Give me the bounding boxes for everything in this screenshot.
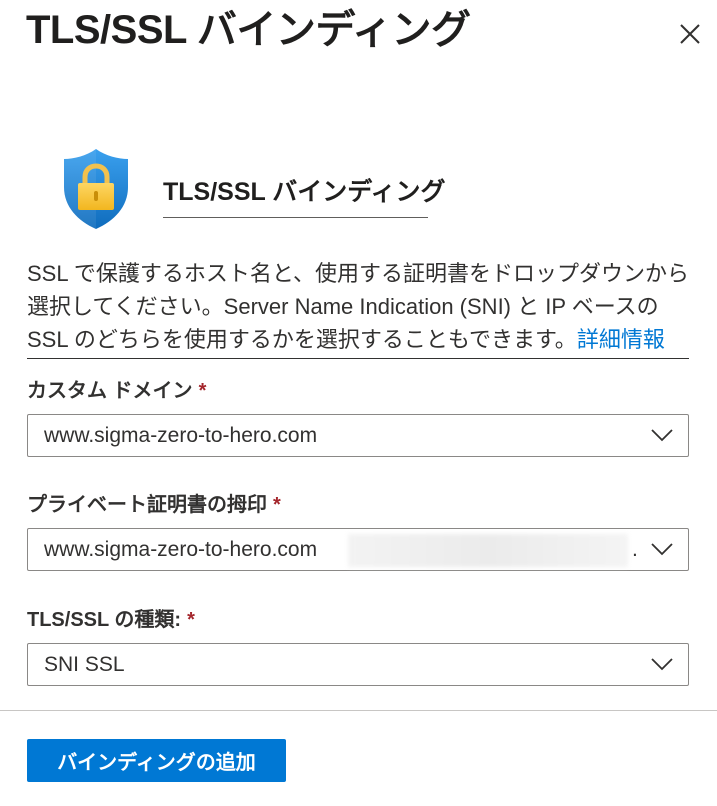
tls-ssl-type-label: TLS/SSL の種類: * — [27, 606, 195, 634]
tls-ssl-binding-panel: TLS/SSL バインディング TLS/SSL バインディング SSL で保護す… — [0, 0, 717, 806]
cert-thumbprint-label-text: プライベート証明書の拇印 — [27, 494, 267, 516]
shield-lock-icon — [60, 147, 132, 231]
required-indicator: * — [273, 494, 281, 516]
thumbprint-suffix: . — [632, 538, 638, 561]
chevron-down-icon — [651, 543, 673, 556]
chevron-down-icon — [651, 658, 673, 671]
cert-thumbprint-dropdown[interactable]: www.sigma-zero-to-hero.com . — [27, 528, 689, 571]
section-divider — [27, 358, 689, 359]
footer-divider — [0, 710, 717, 711]
tls-ssl-type-label-text: TLS/SSL の種類: — [27, 609, 182, 631]
tls-ssl-type-value: SNI SSL — [44, 653, 125, 676]
custom-domain-label-text: カスタム ドメイン — [27, 380, 193, 402]
close-icon — [680, 24, 700, 44]
custom-domain-dropdown[interactable]: www.sigma-zero-to-hero.com — [27, 414, 689, 457]
redacted-thumbprint — [348, 534, 628, 567]
custom-domain-value: www.sigma-zero-to-hero.com — [44, 424, 318, 447]
cert-thumbprint-value: www.sigma-zero-to-hero.com — [44, 538, 318, 561]
tls-ssl-type-dropdown[interactable]: SNI SSL — [27, 643, 689, 686]
description-text: SSL で保護するホスト名と、使用する証明書をドロップダウンから選択してください… — [27, 257, 695, 356]
section-heading: TLS/SSL バインディング — [163, 170, 446, 218]
panel-title: TLS/SSL バインディング — [26, 8, 471, 52]
required-indicator: * — [187, 609, 195, 631]
chevron-down-icon — [651, 429, 673, 442]
custom-domain-label: カスタム ドメイン * — [27, 377, 206, 405]
add-binding-button[interactable]: バインディングの追加 — [27, 739, 286, 782]
close-button[interactable] — [674, 18, 706, 50]
cert-thumbprint-label: プライベート証明書の拇印 * — [27, 491, 281, 519]
learn-more-link[interactable]: 詳細情報 — [577, 327, 665, 352]
required-indicator: * — [198, 380, 207, 402]
